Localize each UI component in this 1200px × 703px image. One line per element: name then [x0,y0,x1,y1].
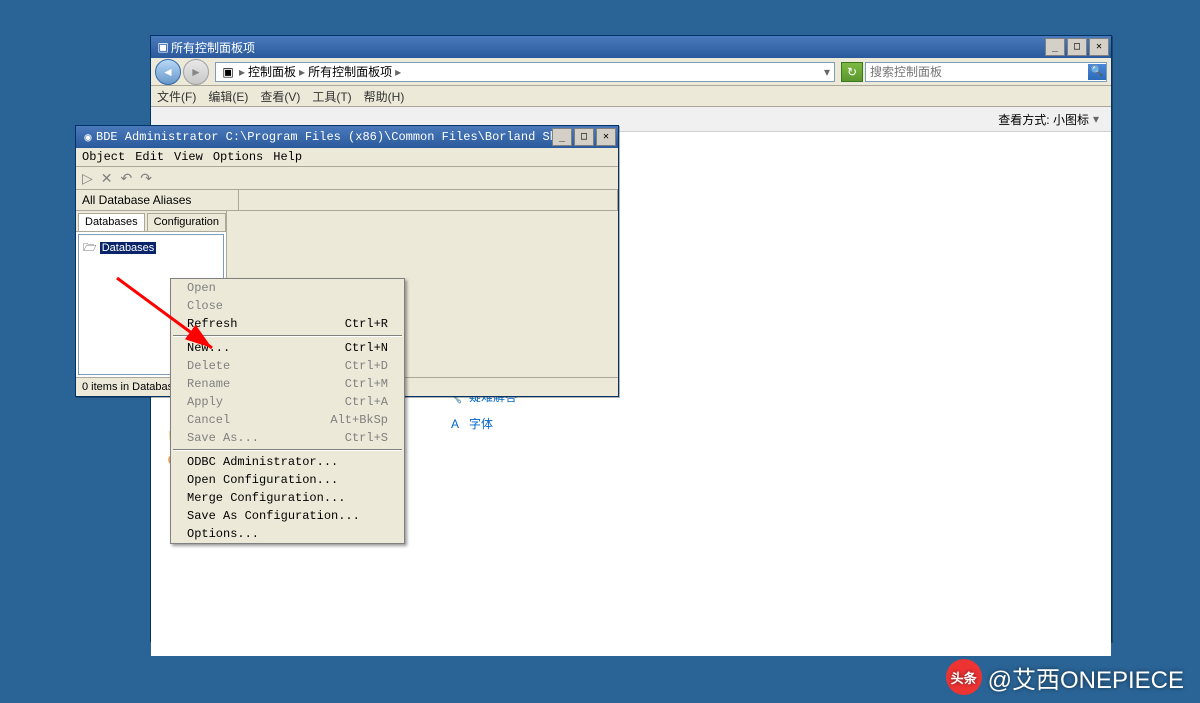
forward-button[interactable]: ► [183,59,209,85]
bde-maximize-button[interactable]: □ [574,128,594,146]
watermark-text: @艾西ONEPIECE [988,660,1184,695]
cp-titlebar: ▣ 所有控制面板项 _ □ ✕ [151,36,1111,58]
minimize-button[interactable]: _ [1045,38,1065,56]
tab-configuration[interactable]: Configuration [147,213,226,231]
menu-view[interactable]: 查看(V) [260,88,300,105]
watermark: 头条 @艾西ONEPIECE [946,659,1184,695]
cp-item[interactable]: A字体 [447,410,617,437]
nav-bar: ◄ ► ▣ ▸ 控制面板 ▸ 所有控制面板项 ▸ ▾ ↻ 🔍 [151,58,1111,86]
bde-menu-help[interactable]: Help [273,150,302,164]
search-input[interactable] [866,65,1088,79]
menu-edit[interactable]: 编辑(E) [208,88,248,105]
ctx-separator [173,449,402,451]
delete-icon[interactable]: ✕ [101,170,113,187]
bde-header-left: All Database Aliases [76,190,239,210]
address-bar[interactable]: ▣ ▸ 控制面板 ▸ 所有控制面板项 ▸ ▾ [215,62,835,82]
search-button[interactable]: 🔍 [1088,64,1106,80]
bde-header-row: All Database Aliases [76,190,618,211]
bde-tabs: Databases Configuration [76,211,226,232]
bde-menu-bar: Object Edit View Options Help [76,148,618,167]
context-menu: Open Close RefreshCtrl+R New...Ctrl+N De… [170,278,405,544]
bde-titlebar: ◉ BDE Administrator C:\Program Files (x8… [76,126,618,148]
bde-close-button[interactable]: ✕ [596,128,616,146]
ctx-new[interactable]: New...Ctrl+N [171,339,404,357]
ctx-open: Open [171,279,404,297]
menu-tools[interactable]: 工具(T) [312,88,351,105]
back-button[interactable]: ◄ [155,59,181,85]
refresh-button[interactable]: ↻ [841,62,863,82]
ctx-close: Close [171,297,404,315]
watermark-badge: 头条 [946,659,982,695]
ctx-delete: DeleteCtrl+D [171,357,404,375]
cp-path-icon: ▣ [220,64,236,80]
ctx-odbc[interactable]: ODBC Administrator... [171,453,404,471]
bde-menu-view[interactable]: View [174,150,203,164]
tab-databases[interactable]: Databases [78,213,145,231]
view-mode[interactable]: 小图标 [1053,111,1089,128]
font-icon: A [447,416,463,432]
cp-title: 所有控制面板项 [171,39,1045,56]
bde-header-right [239,190,618,210]
open-icon[interactable]: ▷ [82,170,93,187]
search-box[interactable]: 🔍 [865,62,1107,82]
ctx-saveas: Save As...Ctrl+S [171,429,404,447]
bde-menu-object[interactable]: Object [82,150,125,164]
bde-menu-options[interactable]: Options [213,150,263,164]
tree-root-selected[interactable]: Databases [100,242,157,254]
bde-menu-edit[interactable]: Edit [135,150,164,164]
cp-menu-bar: 文件(F) 编辑(E) 查看(V) 工具(T) 帮助(H) [151,86,1111,107]
ctx-savecfg[interactable]: Save As Configuration... [171,507,404,525]
close-button[interactable]: ✕ [1089,38,1109,56]
ctx-opencfg[interactable]: Open Configuration... [171,471,404,489]
menu-help[interactable]: 帮助(H) [364,88,405,105]
address-dropdown-icon[interactable]: ▾ [824,65,830,79]
cp-icon: ▣ [155,39,171,55]
view-dropdown-icon[interactable]: ▾ [1093,112,1099,126]
view-label: 查看方式: [998,111,1049,128]
bde-title: BDE Administrator C:\Program Files (x86)… [96,130,552,144]
ctx-mergecfg[interactable]: Merge Configuration... [171,489,404,507]
bde-minimize-button[interactable]: _ [552,128,572,146]
undo-icon[interactable]: ↶ [121,170,133,187]
maximize-button[interactable]: □ [1067,38,1087,56]
ctx-options[interactable]: Options... [171,525,404,543]
redo-icon[interactable]: ↷ [140,170,152,187]
menu-file[interactable]: 文件(F) [157,88,196,105]
bde-status-text: 0 items in Database [82,381,179,393]
ctx-rename: RenameCtrl+M [171,375,404,393]
bde-toolbar: ▷ ✕ ↶ ↷ [76,167,618,190]
breadcrumb-1[interactable]: 控制面板 [248,63,296,80]
breadcrumb-2[interactable]: 所有控制面板项 [308,63,392,80]
ctx-separator [173,335,402,337]
ctx-apply: ApplyCtrl+A [171,393,404,411]
bde-app-icon: ◉ [80,129,96,145]
ctx-refresh[interactable]: RefreshCtrl+R [171,315,404,333]
ctx-cancel: CancelAlt+BkSp [171,411,404,429]
